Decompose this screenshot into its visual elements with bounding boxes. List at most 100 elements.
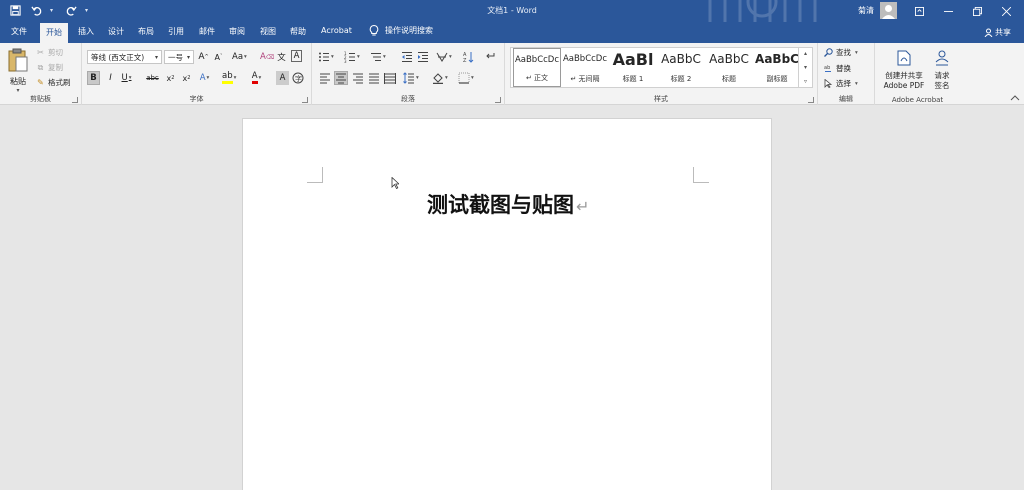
paste-button[interactable]: 粘贴 ▾: [6, 48, 30, 94]
create-share-pdf-button[interactable]: 创建并共享 Adobe PDF: [879, 50, 929, 91]
chevron-down-icon: ▾: [186, 53, 190, 61]
tab-home[interactable]: 开始: [40, 23, 68, 43]
shrink-font-button[interactable]: Aˇ: [212, 50, 225, 64]
font-name-value: 等线 (西文正文): [91, 52, 145, 62]
font-color-button[interactable]: A ▾: [250, 71, 263, 85]
decrease-indent-button[interactable]: [400, 50, 413, 64]
select-label: 选择: [836, 79, 851, 88]
borders-button[interactable]: ▾: [458, 71, 474, 85]
ribbon-display-options-icon[interactable]: [905, 0, 934, 22]
document-page[interactable]: 测试截图与贴图 ↵: [242, 118, 772, 490]
style-heading-2[interactable]: AaBbC 标题 2: [657, 48, 705, 87]
find-button[interactable]: 查找 ▾: [824, 47, 858, 58]
tab-design[interactable]: 设计: [108, 26, 124, 37]
style-title[interactable]: AaBbC 标题: [705, 48, 753, 87]
tab-help[interactable]: 帮助: [290, 26, 306, 37]
chevron-down-icon[interactable]: ▾: [804, 64, 807, 71]
restore-icon[interactable]: [963, 0, 992, 22]
tab-references[interactable]: 引用: [168, 26, 184, 37]
tab-file[interactable]: 文件: [11, 26, 27, 37]
change-case-button[interactable]: Aa ▾: [232, 50, 247, 64]
italic-button[interactable]: I: [104, 71, 117, 85]
more-icon[interactable]: ▿: [804, 78, 807, 85]
collapse-ribbon-icon[interactable]: [1010, 94, 1020, 102]
style-no-spacing[interactable]: AaBbCcDc ↵ 无间隔: [561, 48, 609, 87]
style-heading-1[interactable]: AaBl 标题 1: [609, 48, 657, 87]
tab-layout[interactable]: 布局: [138, 26, 154, 37]
font-name-dropdown[interactable]: 等线 (西文正文) ▾: [87, 50, 162, 64]
sort-button[interactable]: AZ: [462, 50, 475, 64]
copy-button[interactable]: ⧉ 复制: [36, 62, 63, 73]
phonetic-guide-label: 文: [277, 53, 286, 63]
text-effects-button[interactable]: A ▾: [198, 71, 211, 85]
paste-dropdown-icon[interactable]: ▾: [6, 87, 30, 94]
subscript-button[interactable]: x2: [164, 71, 177, 85]
bullets-button[interactable]: ▾: [318, 50, 334, 64]
close-icon[interactable]: [992, 0, 1021, 22]
distributed-button[interactable]: [383, 71, 396, 85]
character-shading-button[interactable]: A: [276, 71, 289, 85]
tab-mailings[interactable]: 邮件: [199, 26, 215, 37]
chinese-layout-icon: [436, 52, 448, 62]
enclosed-character-icon: 字: [292, 72, 303, 84]
tell-me-search[interactable]: 操作说明搜索: [369, 25, 433, 36]
tab-view[interactable]: 视图: [260, 26, 276, 37]
copy-icon: ⧉: [37, 62, 44, 72]
style-normal[interactable]: AaBbCcDc ↵ 正文: [513, 48, 561, 87]
style-name: 标题 1: [622, 75, 644, 83]
line-spacing-button[interactable]: ▾: [403, 71, 419, 85]
paragraph-launcher-icon[interactable]: [495, 97, 501, 103]
shading-button[interactable]: ▾: [432, 71, 448, 85]
format-painter-button[interactable]: ✎ 格式刷: [36, 77, 70, 88]
sort-icon: AZ: [463, 52, 473, 63]
replace-label: 替换: [836, 64, 851, 73]
tell-me-label: 操作说明搜索: [385, 26, 433, 35]
copy-label: 复制: [48, 63, 63, 72]
multilevel-list-button[interactable]: ▾: [370, 50, 386, 64]
person-icon: [984, 28, 993, 37]
align-center-button[interactable]: [334, 71, 348, 85]
cut-button[interactable]: ✂ 剪切: [36, 47, 63, 58]
select-button[interactable]: 选择 ▾: [824, 78, 858, 89]
tab-insert[interactable]: 插入: [78, 26, 94, 37]
request-signature-line1: 请求: [934, 71, 950, 80]
align-left-button[interactable]: [318, 71, 331, 85]
font-size-dropdown[interactable]: 一号 ▾: [164, 50, 194, 64]
user-name[interactable]: 菊清: [858, 5, 874, 16]
character-border-button[interactable]: A: [291, 50, 302, 62]
margin-corner-top-left: [307, 167, 323, 183]
align-right-button[interactable]: [351, 71, 364, 85]
superscript-button[interactable]: x2: [180, 71, 193, 85]
font-size-value: 一号: [168, 52, 183, 62]
font-launcher-icon[interactable]: [302, 97, 308, 103]
clear-formatting-icon[interactable]: A ⌫: [260, 50, 274, 64]
numbering-button[interactable]: 1 2 3 ▾: [344, 50, 360, 64]
clipboard-launcher-icon[interactable]: [72, 97, 78, 103]
highlight-color-button[interactable]: ab ▾: [222, 71, 236, 85]
chevron-down-icon: ▾: [154, 53, 158, 61]
justify-button[interactable]: [367, 71, 380, 85]
document-heading[interactable]: 测试截图与贴图 ↵: [427, 189, 589, 219]
styles-launcher-icon[interactable]: [808, 97, 814, 103]
tab-acrobat[interactable]: Acrobat: [321, 26, 352, 35]
grow-font-button[interactable]: A ^: [197, 50, 210, 64]
bullets-icon: [319, 52, 329, 62]
bold-button[interactable]: B: [87, 71, 100, 85]
style-subtitle[interactable]: AaBbC 副标题: [753, 48, 801, 87]
chinese-layout-button[interactable]: ▾: [436, 50, 452, 64]
show-marks-button[interactable]: [484, 50, 497, 64]
enclose-characters-button[interactable]: 字: [291, 71, 304, 85]
minimize-icon[interactable]: [934, 0, 963, 22]
avatar[interactable]: [880, 2, 897, 19]
increase-indent-button[interactable]: [416, 50, 429, 64]
request-signature-button[interactable]: 请求 签名: [928, 50, 956, 91]
search-icon: [824, 48, 833, 57]
strikethrough-button[interactable]: abc: [146, 71, 159, 85]
share-button[interactable]: 共享: [984, 27, 1011, 38]
chevron-up-icon[interactable]: ▴: [804, 50, 807, 57]
style-sample: AaBbC: [661, 52, 701, 66]
phonetic-guide-button[interactable]: 文: [275, 50, 288, 64]
replace-button[interactable]: ab 替换: [824, 63, 851, 74]
tab-review[interactable]: 审阅: [229, 26, 245, 37]
underline-button[interactable]: U ▾: [120, 71, 133, 85]
